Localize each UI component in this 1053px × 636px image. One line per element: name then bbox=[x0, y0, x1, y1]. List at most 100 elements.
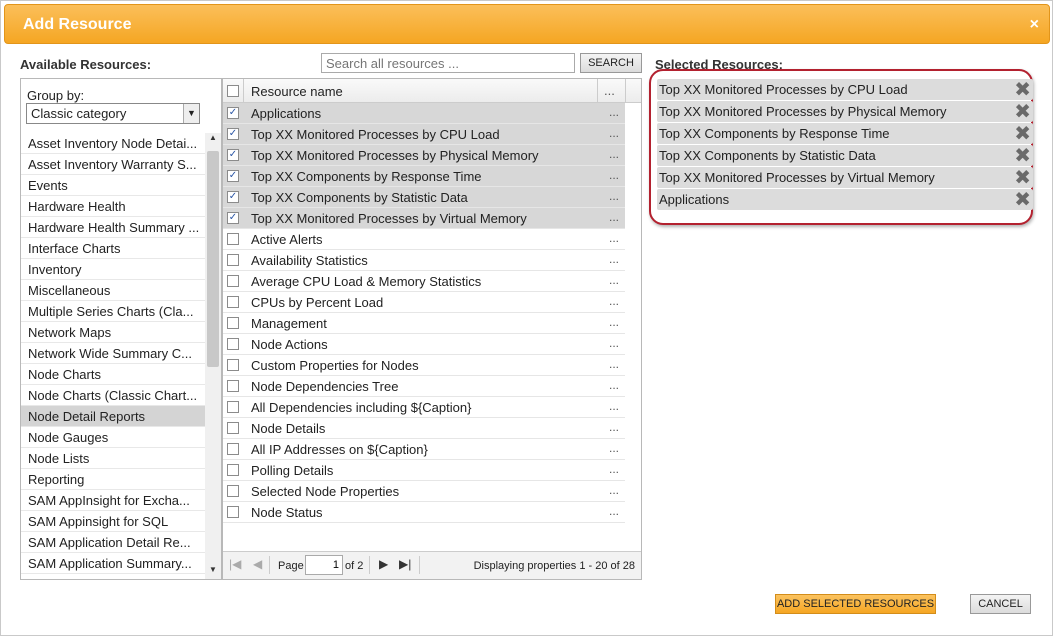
next-page-icon[interactable]: ▶ bbox=[379, 557, 388, 571]
row-checkbox[interactable]: ✓ bbox=[227, 212, 239, 224]
row-checkbox[interactable] bbox=[227, 233, 239, 245]
category-item[interactable]: Events bbox=[21, 175, 205, 196]
row-checkbox[interactable] bbox=[227, 401, 239, 413]
row-more-icon[interactable]: ... bbox=[609, 462, 619, 476]
row-more-icon[interactable]: ... bbox=[609, 189, 619, 203]
resource-row[interactable]: ✓ Top XX Components by Response Time... bbox=[223, 166, 625, 187]
scroll-down-icon[interactable]: ▼ bbox=[205, 565, 221, 579]
resource-row[interactable]: Node Actions... bbox=[223, 334, 625, 355]
search-button[interactable]: SEARCH bbox=[580, 53, 642, 73]
category-item[interactable]: Node Lists bbox=[21, 448, 205, 469]
row-more-icon[interactable]: ... bbox=[609, 168, 619, 182]
close-icon[interactable]: × bbox=[1030, 16, 1039, 34]
resource-row[interactable]: Node Status... bbox=[223, 502, 625, 523]
select-all-checkbox[interactable] bbox=[227, 85, 239, 97]
category-item[interactable]: Reporting bbox=[21, 469, 205, 490]
category-item[interactable]: SAM AppInsight for Excha... bbox=[21, 490, 205, 511]
resource-row[interactable]: Availability Statistics... bbox=[223, 250, 625, 271]
row-checkbox[interactable]: ✓ bbox=[227, 128, 239, 140]
row-more-icon[interactable]: ... bbox=[609, 504, 619, 518]
category-item[interactable]: Miscellaneous bbox=[21, 280, 205, 301]
category-item[interactable]: Inventory bbox=[21, 259, 205, 280]
row-checkbox[interactable] bbox=[227, 317, 239, 329]
category-item[interactable]: SAM Application Summary... bbox=[21, 553, 205, 574]
resource-row[interactable]: Custom Properties for Nodes... bbox=[223, 355, 625, 376]
category-item[interactable]: SAM Appinsight for SQL bbox=[21, 511, 205, 532]
row-checkbox[interactable]: ✓ bbox=[227, 149, 239, 161]
chevron-down-icon[interactable]: ▼ bbox=[183, 104, 199, 123]
row-checkbox[interactable]: ✓ bbox=[227, 191, 239, 203]
first-page-icon[interactable]: |◀ bbox=[229, 557, 241, 571]
row-checkbox[interactable]: ✓ bbox=[227, 170, 239, 182]
resource-row[interactable]: Node Details... bbox=[223, 418, 625, 439]
row-checkbox[interactable] bbox=[227, 485, 239, 497]
category-item[interactable]: Node Charts (Classic Chart... bbox=[21, 385, 205, 406]
category-item[interactable]: Hardware Health Summary ... bbox=[21, 217, 205, 238]
column-header-more[interactable]: ... bbox=[604, 83, 615, 98]
row-more-icon[interactable]: ... bbox=[609, 252, 619, 266]
category-item[interactable]: Hardware Health bbox=[21, 196, 205, 217]
resource-row[interactable]: Node Dependencies Tree... bbox=[223, 376, 625, 397]
row-more-icon[interactable]: ... bbox=[609, 357, 619, 371]
resource-row[interactable]: Polling Details... bbox=[223, 460, 625, 481]
row-checkbox[interactable] bbox=[227, 338, 239, 350]
page-number-input[interactable] bbox=[305, 555, 343, 575]
row-more-icon[interactable]: ... bbox=[609, 231, 619, 245]
groupby-select[interactable]: Classic category ▼ bbox=[26, 103, 200, 124]
resource-row[interactable]: All IP Addresses on ${Caption}... bbox=[223, 439, 625, 460]
resource-row[interactable]: Active Alerts... bbox=[223, 229, 625, 250]
scrollbar-thumb[interactable] bbox=[207, 151, 219, 367]
resource-row[interactable]: ✓ Applications... bbox=[223, 103, 625, 124]
row-checkbox[interactable] bbox=[227, 254, 239, 266]
row-more-icon[interactable]: ... bbox=[609, 126, 619, 140]
category-item[interactable]: Network Wide Summary C... bbox=[21, 343, 205, 364]
category-item[interactable]: Network Maps bbox=[21, 322, 205, 343]
add-selected-resources-button[interactable]: ADD SELECTED RESOURCES bbox=[775, 594, 936, 614]
row-checkbox[interactable] bbox=[227, 443, 239, 455]
resource-row[interactable]: ✓ Top XX Monitored Processes by Virtual M… bbox=[223, 208, 625, 229]
resource-row[interactable]: Management... bbox=[223, 313, 625, 334]
category-item[interactable]: Node Charts bbox=[21, 364, 205, 385]
resource-row[interactable]: CPUs by Percent Load... bbox=[223, 292, 625, 313]
row-more-icon[interactable]: ... bbox=[609, 483, 619, 497]
row-more-icon[interactable]: ... bbox=[609, 420, 619, 434]
category-item[interactable]: Multiple Series Charts (Cla... bbox=[21, 301, 205, 322]
row-more-icon[interactable]: ... bbox=[609, 273, 619, 287]
row-more-icon[interactable]: ... bbox=[609, 336, 619, 350]
row-more-icon[interactable]: ... bbox=[609, 294, 619, 308]
row-checkbox[interactable] bbox=[227, 359, 239, 371]
row-more-icon[interactable]: ... bbox=[609, 441, 619, 455]
prev-page-icon[interactable]: ◀ bbox=[253, 557, 262, 571]
row-more-icon[interactable]: ... bbox=[609, 378, 619, 392]
resource-row[interactable]: Average CPU Load & Memory Statistics... bbox=[223, 271, 625, 292]
scroll-up-icon[interactable]: ▲ bbox=[205, 133, 221, 147]
remove-icon[interactable]: ✖ bbox=[1014, 187, 1031, 212]
last-page-icon[interactable]: ▶| bbox=[399, 557, 411, 571]
row-checkbox[interactable] bbox=[227, 506, 239, 518]
category-item[interactable]: SAM Application Detail Re... bbox=[21, 532, 205, 553]
category-item[interactable]: Node Detail Reports bbox=[21, 406, 205, 427]
row-checkbox[interactable]: ✓ bbox=[227, 107, 239, 119]
row-more-icon[interactable]: ... bbox=[609, 147, 619, 161]
row-checkbox[interactable] bbox=[227, 380, 239, 392]
cancel-button[interactable]: CANCEL bbox=[970, 594, 1031, 614]
category-item[interactable]: Interface Charts bbox=[21, 238, 205, 259]
row-checkbox[interactable] bbox=[227, 275, 239, 287]
category-item[interactable]: Node Gauges bbox=[21, 427, 205, 448]
row-more-icon[interactable]: ... bbox=[609, 315, 619, 329]
column-header-name[interactable]: Resource name bbox=[251, 84, 343, 99]
row-more-icon[interactable]: ... bbox=[609, 210, 619, 224]
resource-row[interactable]: All Dependencies including ${Caption}... bbox=[223, 397, 625, 418]
resource-row[interactable]: ✓ Top XX Components by Statistic Data... bbox=[223, 187, 625, 208]
category-item[interactable]: Asset Inventory Node Detai... bbox=[21, 133, 205, 154]
category-scrollbar[interactable]: ▲ ▼ bbox=[205, 133, 221, 579]
resource-row[interactable]: Selected Node Properties... bbox=[223, 481, 625, 502]
row-checkbox[interactable] bbox=[227, 296, 239, 308]
category-item[interactable]: Asset Inventory Warranty S... bbox=[21, 154, 205, 175]
resource-row[interactable]: ✓ Top XX Monitored Processes by CPU Load.… bbox=[223, 124, 625, 145]
resource-row[interactable]: ✓ Top XX Monitored Processes by Physical … bbox=[223, 145, 625, 166]
row-checkbox[interactable] bbox=[227, 464, 239, 476]
row-more-icon[interactable]: ... bbox=[609, 105, 619, 119]
row-checkbox[interactable] bbox=[227, 422, 239, 434]
row-more-icon[interactable]: ... bbox=[609, 399, 619, 413]
